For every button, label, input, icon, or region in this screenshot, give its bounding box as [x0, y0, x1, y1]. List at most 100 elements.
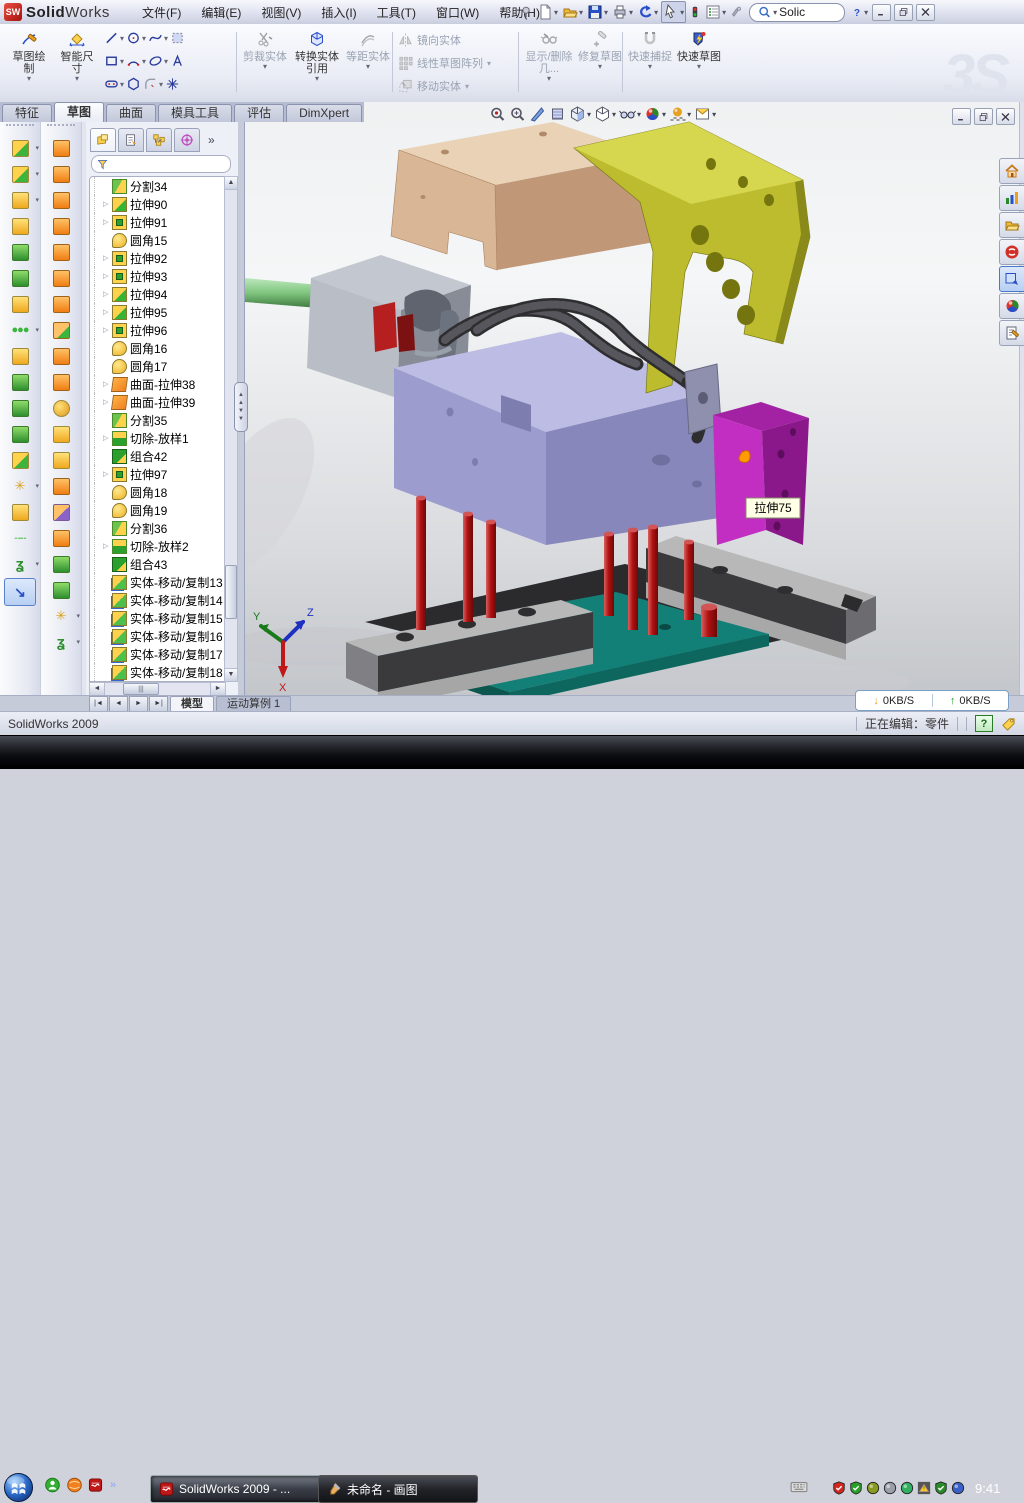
- tree-item[interactable]: 实体-移动/复制14: [90, 591, 225, 609]
- minimize-button[interactable]: [872, 4, 891, 21]
- sketch-text-icon[interactable]: [170, 53, 185, 69]
- tree-item[interactable]: 分割34: [90, 177, 225, 195]
- open-button[interactable]: ▾: [561, 2, 584, 22]
- status-tag-icon[interactable]: [1001, 716, 1016, 731]
- new-document-button[interactable]: ▾: [536, 2, 559, 22]
- replace-face-icon[interactable]: [48, 422, 74, 446]
- parting-line-icon[interactable]: [48, 448, 74, 472]
- rectangle-icon[interactable]: ▾: [104, 53, 124, 69]
- doc-minimize-button[interactable]: [952, 108, 971, 125]
- menu-3[interactable]: 插入(I): [311, 0, 366, 25]
- indent-icon[interactable]: [48, 266, 74, 290]
- expand-arrow-icon[interactable]: ▷: [103, 308, 112, 316]
- split-icon[interactable]: [7, 370, 33, 394]
- volume-icon[interactable]: [883, 1480, 897, 1496]
- tab-feature-manager[interactable]: [90, 128, 116, 152]
- tree-item[interactable]: 组合43: [90, 555, 225, 573]
- taskbar-window-1[interactable]: 未命名 - 画图: [318, 1475, 478, 1503]
- rebuild-button[interactable]: [688, 2, 702, 22]
- thicken-icon[interactable]: [48, 344, 74, 368]
- undo-button[interactable]: ▾: [636, 2, 659, 22]
- tree-item[interactable]: 实体-移动/复制17: [90, 645, 225, 663]
- flex-icon[interactable]: [48, 214, 74, 238]
- tree-item[interactable]: 圆角19: [90, 501, 225, 519]
- tree-item[interactable]: ▷曲面-拉伸39: [90, 393, 225, 411]
- tab-草图[interactable]: 草图: [54, 102, 104, 122]
- extruded-cut-icon[interactable]: ▾: [7, 162, 33, 186]
- help-button[interactable]: ?▾: [850, 2, 869, 22]
- taskbar-clock[interactable]: 9:41: [975, 1481, 1000, 1496]
- rib-icon[interactable]: [7, 266, 33, 290]
- parting-surface-icon[interactable]: [48, 500, 74, 524]
- expand-arrow-icon[interactable]: ▷: [103, 470, 112, 478]
- tree-item[interactable]: ▷拉伸94: [90, 285, 225, 303]
- expand-arrow-icon[interactable]: ▷: [103, 218, 112, 226]
- print-button[interactable]: ▾: [611, 2, 634, 22]
- quicklaunch-messenger-icon[interactable]: [44, 1477, 61, 1493]
- scroll-down-arrow[interactable]: ▼: [225, 668, 237, 681]
- arc-icon[interactable]: ▾: [126, 53, 146, 69]
- menu-0[interactable]: 文件(F): [132, 0, 191, 25]
- scroll-thumb[interactable]: [225, 565, 237, 619]
- taskpane-custom-properties-icon[interactable]: [999, 320, 1024, 346]
- security-red-shield-icon[interactable]: [832, 1480, 846, 1496]
- annotation-tool-button[interactable]: [729, 2, 744, 22]
- move-copy-icon[interactable]: [7, 448, 33, 472]
- point-tool-icon[interactable]: ✳▾: [48, 604, 74, 628]
- delete-face-icon[interactable]: [48, 396, 74, 420]
- tab-评估[interactable]: 评估: [234, 104, 284, 122]
- tree-horizontal-scrollbar[interactable]: ◄ ||| ►: [89, 682, 226, 696]
- tree-item[interactable]: ▷拉伸92: [90, 249, 225, 267]
- line-icon[interactable]: ▾: [104, 30, 124, 46]
- instant3d-icon[interactable]: ↘: [4, 578, 36, 606]
- more-tabs-chevron[interactable]: »: [208, 133, 215, 147]
- expand-arrow-icon[interactable]: ▷: [103, 542, 112, 550]
- doc-nav-button-0[interactable]: |◄: [89, 696, 108, 712]
- tree-item[interactable]: 组合42: [90, 447, 225, 465]
- taskpane-home-resources-icon[interactable]: [999, 158, 1024, 184]
- menu-4[interactable]: 工具(T): [367, 0, 426, 25]
- tree-item[interactable]: 分割35: [90, 411, 225, 429]
- tree-item[interactable]: ▷切除-放样2: [90, 537, 225, 555]
- cm-button-3[interactable]: 转换实体引用▾: [292, 27, 342, 99]
- doc-restore-button[interactable]: [974, 108, 993, 125]
- slot-icon[interactable]: ▾: [104, 76, 124, 92]
- tooling-split-icon[interactable]: [48, 526, 74, 550]
- scroll-left-arrow[interactable]: ◄: [90, 683, 105, 695]
- tab-dimxpert-manager[interactable]: [174, 128, 200, 152]
- boundary-boss-icon[interactable]: [48, 188, 74, 212]
- menu-2[interactable]: 视图(V): [251, 0, 311, 25]
- select-region-icon[interactable]: [170, 30, 185, 46]
- planar-surface-icon[interactable]: [48, 292, 74, 316]
- scroll-right-arrow[interactable]: ►: [210, 683, 225, 695]
- tab-property-manager[interactable]: [118, 128, 144, 152]
- point-icon[interactable]: [165, 76, 180, 92]
- ruled-surface-icon[interactable]: [48, 370, 74, 394]
- section-view-icon[interactable]: [549, 106, 566, 122]
- tab-DimXpert[interactable]: DimXpert: [286, 104, 362, 122]
- tree-item[interactable]: ▷拉伸93: [90, 267, 225, 285]
- cm-button-8[interactable]: 快速草图▾: [676, 27, 722, 99]
- doc-close-button[interactable]: [996, 108, 1015, 125]
- pan-3d-icon[interactable]: [529, 106, 546, 122]
- tree-item[interactable]: 圆角16: [90, 339, 225, 357]
- draft-icon[interactable]: [7, 292, 33, 316]
- toolbar-drag-handle[interactable]: [47, 124, 75, 134]
- expand-arrow-icon[interactable]: ▷: [103, 200, 112, 208]
- panel-splitter-handle[interactable]: ▲▲▼▼: [234, 382, 248, 432]
- tree-item[interactable]: 分割36: [90, 519, 225, 537]
- taskpane-appearances-scenes-icon[interactable]: [999, 293, 1024, 319]
- graphics-viewport[interactable]: 拉伸75 Y Z X ▾▾▾▾▾▾: [244, 102, 1024, 695]
- shell-icon[interactable]: [7, 240, 33, 264]
- antivirus-green-shield-icon[interactable]: [849, 1480, 863, 1496]
- zoom-area-icon[interactable]: [509, 106, 526, 122]
- hide-show-icon[interactable]: ▾: [619, 106, 641, 122]
- input-keyboard-icon[interactable]: [790, 1480, 808, 1494]
- spline-tool-icon[interactable]: ʓ▾: [48, 630, 74, 654]
- shut-off-surface-icon[interactable]: [48, 474, 74, 498]
- tree-item[interactable]: 圆角17: [90, 357, 225, 375]
- expand-arrow-icon[interactable]: ▷: [103, 272, 112, 280]
- tree-item[interactable]: ▷曲面-拉伸38: [90, 375, 225, 393]
- doc-nav-button-3[interactable]: ►|: [149, 696, 168, 712]
- tab-曲面[interactable]: 曲面: [106, 104, 156, 122]
